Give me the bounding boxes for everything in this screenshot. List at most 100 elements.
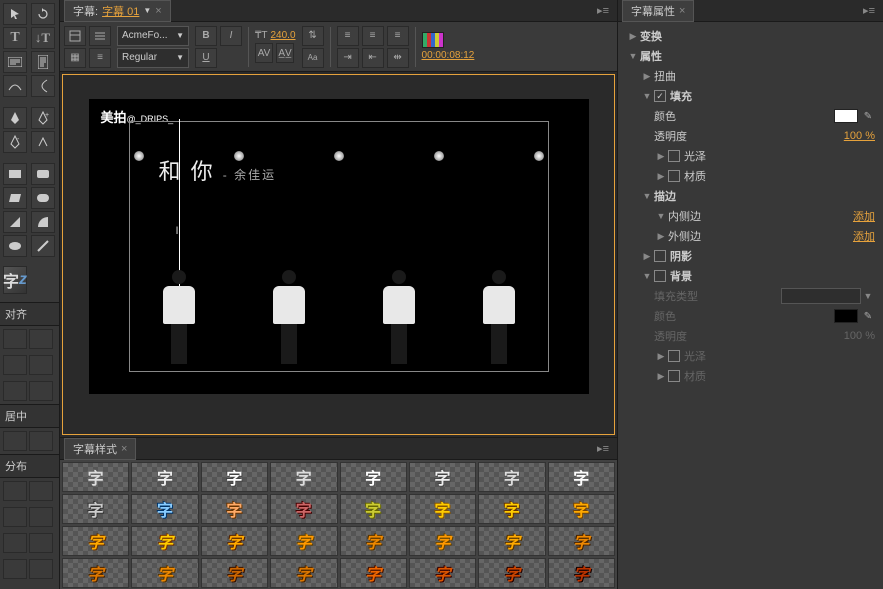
style-thumb[interactable]: 字 [270, 494, 337, 524]
add-inner-stroke[interactable]: 添加 [853, 208, 875, 224]
twirl-icon[interactable]: ▼ [640, 91, 654, 101]
bold-button[interactable]: B [195, 26, 217, 46]
italic-button[interactable]: I [220, 26, 242, 46]
convert-point-tool[interactable] [31, 131, 55, 153]
distribute-btn[interactable] [29, 533, 53, 553]
font-weight-dropdown[interactable]: Regular▼ [117, 48, 189, 68]
distribute-btn[interactable] [29, 559, 53, 579]
styles-grid[interactable]: 字字字字字字字字字字字字字字字字字字字字字字字字字字字字字字字字 [60, 460, 617, 589]
align-center-button[interactable]: ≡ [362, 26, 384, 46]
kerning-button[interactable]: AV [255, 43, 273, 63]
align-btn[interactable] [29, 355, 53, 375]
twirl-icon[interactable]: ▼ [640, 271, 654, 281]
underline-button[interactable]: U [195, 48, 217, 68]
style-thumb[interactable]: 字 [478, 494, 545, 524]
title-text[interactable]: 和 你 - 余佳运 [159, 154, 277, 186]
align-btn[interactable] [29, 381, 53, 401]
styles-tab[interactable]: 字幕样式× [64, 438, 136, 460]
style-thumb[interactable]: 字 [131, 462, 198, 492]
ellipse-tool[interactable] [3, 235, 27, 257]
eyedropper-icon[interactable]: ✎ [861, 109, 875, 123]
tab-button[interactable]: ⇥ [337, 48, 359, 68]
style-thumb[interactable]: 字 [131, 558, 198, 588]
distribute-btn[interactable] [3, 533, 27, 553]
add-outer-stroke[interactable]: 添加 [853, 228, 875, 244]
bg-texture-checkbox[interactable] [668, 370, 680, 382]
style-thumb[interactable]: 字 [340, 558, 407, 588]
style-thumb[interactable]: 字 [548, 558, 615, 588]
distribute-btn[interactable] [29, 481, 53, 501]
font-family-dropdown[interactable]: AcmeFo...▼ [117, 26, 189, 46]
twirl-icon[interactable]: ▼ [640, 191, 654, 201]
rounded-rect-tool[interactable] [31, 163, 55, 185]
type-tool[interactable]: T [3, 27, 27, 49]
current-style[interactable]: 字z [3, 266, 27, 294]
video-preview-icon[interactable] [422, 32, 444, 48]
toolbar-button[interactable]: ▦ [64, 48, 86, 68]
style-thumb[interactable]: 字 [201, 526, 268, 556]
center-btn[interactable] [29, 431, 53, 451]
color-swatch[interactable] [834, 109, 858, 123]
twirl-icon[interactable]: ▶ [654, 171, 668, 182]
style-thumb[interactable]: 字 [548, 526, 615, 556]
style-thumb[interactable]: 字 [62, 526, 129, 556]
opacity-input[interactable]: 100 % [844, 130, 875, 142]
templates-button[interactable] [64, 26, 86, 46]
style-thumb[interactable]: 字 [409, 462, 476, 492]
twirl-icon[interactable]: ▶ [654, 151, 668, 162]
bg-sheen-checkbox[interactable] [668, 350, 680, 362]
style-thumb[interactable]: 字 [62, 558, 129, 588]
style-thumb[interactable]: 字 [62, 462, 129, 492]
style-thumb[interactable]: 字 [409, 526, 476, 556]
style-thumb[interactable]: 字 [409, 558, 476, 588]
twirl-icon[interactable]: ▶ [640, 251, 654, 262]
area-type-tool[interactable] [3, 51, 27, 73]
distribute-btn[interactable] [29, 507, 53, 527]
tab-button[interactable]: ⇹ [387, 48, 409, 68]
arc-tool[interactable] [31, 211, 55, 233]
close-icon[interactable]: × [155, 5, 161, 17]
style-thumb[interactable]: 字 [270, 526, 337, 556]
twirl-icon[interactable]: ▼ [654, 211, 668, 221]
style-thumb[interactable]: 字 [340, 462, 407, 492]
style-thumb[interactable]: 字 [478, 558, 545, 588]
close-icon[interactable]: × [121, 443, 127, 455]
style-thumb[interactable]: 字 [201, 494, 268, 524]
distribute-btn[interactable] [3, 559, 27, 579]
rounded-clipped-tool[interactable] [31, 187, 55, 209]
rotate-tool[interactable] [31, 3, 55, 25]
video-frame[interactable]: 美拍@_DRIPS_ I 和 你 - 余佳运 [89, 99, 589, 394]
leading-button[interactable]: ⇅ [302, 26, 324, 46]
bg-color-swatch[interactable] [834, 309, 858, 323]
style-thumb[interactable]: 字 [270, 462, 337, 492]
style-thumb[interactable]: 字 [548, 494, 615, 524]
fill-type-select[interactable] [781, 288, 861, 304]
panel-menu-icon[interactable]: ▸≡ [859, 4, 879, 17]
kerning-button[interactable]: A̲V̲ [276, 43, 294, 63]
style-thumb[interactable]: 字 [409, 494, 476, 524]
case-button[interactable]: Aa [302, 48, 324, 68]
vertical-type-tool[interactable]: ↓T [31, 27, 55, 49]
title-name-link[interactable]: 字幕 01 [102, 3, 139, 19]
texture-checkbox[interactable] [668, 170, 680, 182]
style-thumb[interactable]: 字 [270, 558, 337, 588]
panel-menu-icon[interactable]: ▸≡ [593, 442, 613, 455]
path-type-tool[interactable] [3, 75, 27, 97]
menu-button[interactable] [89, 26, 111, 46]
twirl-icon[interactable]: ▶ [654, 231, 668, 242]
align-btn[interactable] [3, 355, 27, 375]
align-btn[interactable] [3, 329, 27, 349]
style-thumb[interactable]: 字 [340, 494, 407, 524]
style-thumb[interactable]: 字 [478, 462, 545, 492]
twirl-icon[interactable]: ▶ [640, 71, 654, 82]
vertical-path-type-tool[interactable] [31, 75, 55, 97]
style-thumb[interactable]: 字 [62, 494, 129, 524]
preview-area[interactable]: 美拍@_DRIPS_ I 和 你 - 余佳运 [62, 74, 615, 435]
font-size-input[interactable]: 240.0 [270, 30, 295, 41]
align-left-button[interactable]: ≡ [337, 26, 359, 46]
style-thumb[interactable]: 字 [478, 526, 545, 556]
background-checkbox[interactable] [654, 270, 666, 282]
wedge-tool[interactable] [3, 211, 27, 233]
props-tab[interactable]: 字幕属性× [622, 0, 694, 22]
add-point-tool[interactable]: + [31, 107, 55, 129]
